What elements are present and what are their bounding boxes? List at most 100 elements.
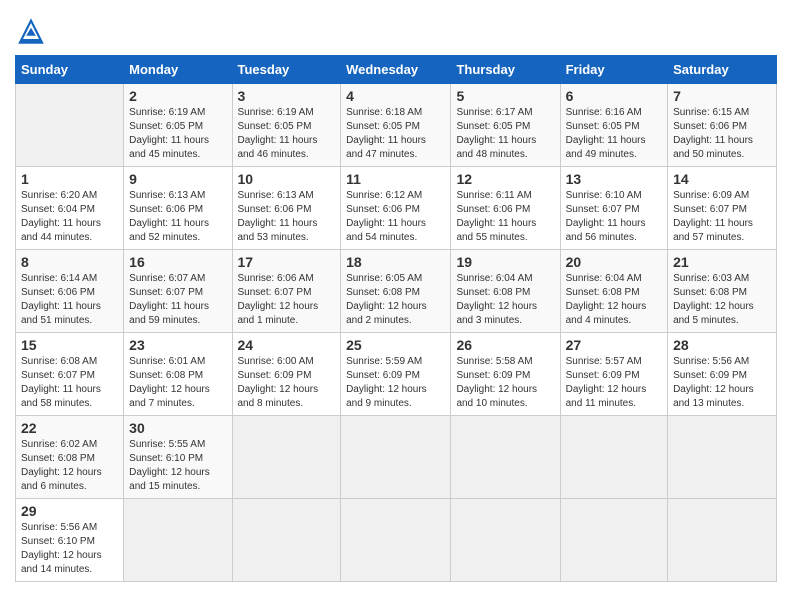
day-number: 5 [456, 88, 554, 104]
day-info: Sunrise: 6:10 AMSunset: 6:07 PMDaylight:… [566, 189, 662, 245]
calendar-day-header: Saturday [668, 56, 777, 84]
day-info: Sunrise: 6:19 AMSunset: 6:05 PMDaylight:… [238, 106, 336, 162]
day-info: Sunrise: 6:13 AMSunset: 6:06 PMDaylight:… [129, 189, 226, 245]
day-number: 30 [129, 420, 226, 436]
calendar-cell: 24Sunrise: 6:00 AMSunset: 6:09 PMDayligh… [232, 333, 341, 416]
day-number: 13 [566, 171, 662, 187]
calendar-cell: 15Sunrise: 6:08 AMSunset: 6:07 PMDayligh… [16, 333, 124, 416]
calendar-cell: 17 Sunrise: 6:06 AMSunset: 6:07 PMDayligh… [232, 250, 341, 333]
day-number: 6 [566, 88, 662, 104]
calendar-cell: 19 Sunrise: 6:04 AMSunset: 6:08 PMDayligh… [451, 250, 560, 333]
calendar-day-header: Sunday [16, 56, 124, 84]
calendar-week-row: 22Sunrise: 6:02 AMSunset: 6:08 PMDayligh… [16, 416, 777, 499]
logo-icon [15, 15, 47, 47]
day-info: Sunrise: 6:15 AMSunset: 6:06 PMDaylight:… [673, 106, 771, 162]
day-info: Sunrise: 5:55 AMSunset: 6:10 PMDaylight:… [129, 438, 226, 494]
day-number: 23 [129, 337, 226, 353]
calendar-cell: 28 Sunrise: 5:56 AMSunset: 6:09 PMDayligh… [668, 333, 777, 416]
day-info: Sunrise: 5:56 AMSunset: 6:10 PMDaylight:… [21, 521, 118, 577]
calendar-cell: 6 Sunrise: 6:16 AMSunset: 6:05 PMDaylight… [560, 84, 667, 167]
calendar-cell [451, 416, 560, 499]
day-info: Sunrise: 6:19 AMSunset: 6:05 PMDaylight:… [129, 106, 226, 162]
calendar-cell: 21Sunrise: 6:03 AMSunset: 6:08 PMDayligh… [668, 250, 777, 333]
calendar-cell: 29 Sunrise: 5:56 AMSunset: 6:10 PMDayligh… [16, 499, 124, 582]
day-info: Sunrise: 5:58 AMSunset: 6:09 PMDaylight:… [456, 355, 554, 411]
day-number: 1 [21, 171, 118, 187]
calendar-week-row: 1 Sunrise: 6:20 AMSunset: 6:04 PMDaylight… [16, 167, 777, 250]
calendar-cell [668, 416, 777, 499]
calendar-cell: 12 Sunrise: 6:11 AMSunset: 6:06 PMDayligh… [451, 167, 560, 250]
day-info: Sunrise: 6:08 AMSunset: 6:07 PMDaylight:… [21, 355, 118, 411]
day-info: Sunrise: 6:17 AMSunset: 6:05 PMDaylight:… [456, 106, 554, 162]
day-info: Sunrise: 6:11 AMSunset: 6:06 PMDaylight:… [456, 189, 554, 245]
calendar-cell: 1 Sunrise: 6:20 AMSunset: 6:04 PMDaylight… [16, 167, 124, 250]
day-info: Sunrise: 6:04 AMSunset: 6:08 PMDaylight:… [566, 272, 662, 328]
day-number: 2 [129, 88, 226, 104]
calendar-cell: 4Sunrise: 6:18 AMSunset: 6:05 PMDaylight… [341, 84, 451, 167]
day-info: Sunrise: 6:05 AMSunset: 6:08 PMDaylight:… [346, 272, 445, 328]
day-number: 7 [673, 88, 771, 104]
day-info: Sunrise: 5:57 AMSunset: 6:09 PMDaylight:… [566, 355, 662, 411]
calendar-cell: 25Sunrise: 5:59 AMSunset: 6:09 PMDayligh… [341, 333, 451, 416]
day-info: Sunrise: 6:16 AMSunset: 6:05 PMDaylight:… [566, 106, 662, 162]
calendar-table: SundayMondayTuesdayWednesdayThursdayFrid… [15, 55, 777, 582]
logo [15, 15, 49, 47]
day-info: Sunrise: 6:06 AMSunset: 6:07 PMDaylight:… [238, 272, 336, 328]
day-number: 26 [456, 337, 554, 353]
day-info: Sunrise: 6:00 AMSunset: 6:09 PMDaylight:… [238, 355, 336, 411]
calendar-cell: 23 Sunrise: 6:01 AMSunset: 6:08 PMDayligh… [124, 333, 232, 416]
calendar-cell: 7 Sunrise: 6:15 AMSunset: 6:06 PMDaylight… [668, 84, 777, 167]
calendar-cell [560, 499, 667, 582]
calendar-week-row: 15Sunrise: 6:08 AMSunset: 6:07 PMDayligh… [16, 333, 777, 416]
calendar-cell [451, 499, 560, 582]
calendar-day-header: Friday [560, 56, 667, 84]
calendar-week-row: 8Sunrise: 6:14 AMSunset: 6:06 PMDaylight… [16, 250, 777, 333]
calendar-cell: 14 Sunrise: 6:09 AMSunset: 6:07 PMDayligh… [668, 167, 777, 250]
day-number: 18 [346, 254, 445, 270]
day-info: Sunrise: 6:09 AMSunset: 6:07 PMDaylight:… [673, 189, 771, 245]
calendar-cell: 8Sunrise: 6:14 AMSunset: 6:06 PMDaylight… [16, 250, 124, 333]
day-info: Sunrise: 6:01 AMSunset: 6:08 PMDaylight:… [129, 355, 226, 411]
day-number: 14 [673, 171, 771, 187]
day-number: 11 [346, 171, 445, 187]
calendar-cell: 11Sunrise: 6:12 AMSunset: 6:06 PMDayligh… [341, 167, 451, 250]
day-info: Sunrise: 6:20 AMSunset: 6:04 PMDaylight:… [21, 189, 118, 245]
day-info: Sunrise: 5:59 AMSunset: 6:09 PMDaylight:… [346, 355, 445, 411]
calendar-cell [124, 499, 232, 582]
day-number: 9 [129, 171, 226, 187]
day-number: 3 [238, 88, 336, 104]
calendar-cell [232, 499, 341, 582]
calendar-week-row: 2 Sunrise: 6:19 AMSunset: 6:05 PMDaylight… [16, 84, 777, 167]
calendar-cell: 16Sunrise: 6:07 AMSunset: 6:07 PMDayligh… [124, 250, 232, 333]
day-number: 17 [238, 254, 336, 270]
day-info: Sunrise: 6:14 AMSunset: 6:06 PMDaylight:… [21, 272, 118, 328]
day-number: 20 [566, 254, 662, 270]
calendar-cell [232, 416, 341, 499]
calendar-day-header: Monday [124, 56, 232, 84]
day-number: 28 [673, 337, 771, 353]
calendar-cell [341, 416, 451, 499]
day-info: Sunrise: 6:13 AMSunset: 6:06 PMDaylight:… [238, 189, 336, 245]
calendar-week-row: 29 Sunrise: 5:56 AMSunset: 6:10 PMDayligh… [16, 499, 777, 582]
day-info: Sunrise: 5:56 AMSunset: 6:09 PMDaylight:… [673, 355, 771, 411]
calendar-day-header: Wednesday [341, 56, 451, 84]
calendar-header-row: SundayMondayTuesdayWednesdayThursdayFrid… [16, 56, 777, 84]
day-number: 4 [346, 88, 445, 104]
day-number: 22 [21, 420, 118, 436]
calendar-cell: 3 Sunrise: 6:19 AMSunset: 6:05 PMDaylight… [232, 84, 341, 167]
day-number: 21 [673, 254, 771, 270]
calendar-cell: 22Sunrise: 6:02 AMSunset: 6:08 PMDayligh… [16, 416, 124, 499]
day-number: 10 [238, 171, 336, 187]
calendar-cell [341, 499, 451, 582]
calendar-cell: 27Sunrise: 5:57 AMSunset: 6:09 PMDayligh… [560, 333, 667, 416]
day-info: Sunrise: 6:04 AMSunset: 6:08 PMDaylight:… [456, 272, 554, 328]
calendar-day-header: Thursday [451, 56, 560, 84]
calendar-cell: 9 Sunrise: 6:13 AMSunset: 6:06 PMDaylight… [124, 167, 232, 250]
day-number: 29 [21, 503, 118, 519]
calendar-cell: 26 Sunrise: 5:58 AMSunset: 6:09 PMDayligh… [451, 333, 560, 416]
calendar-cell: 18 Sunrise: 6:05 AMSunset: 6:08 PMDayligh… [341, 250, 451, 333]
day-number: 19 [456, 254, 554, 270]
calendar-cell: 20 Sunrise: 6:04 AMSunset: 6:08 PMDayligh… [560, 250, 667, 333]
day-number: 12 [456, 171, 554, 187]
day-number: 16 [129, 254, 226, 270]
